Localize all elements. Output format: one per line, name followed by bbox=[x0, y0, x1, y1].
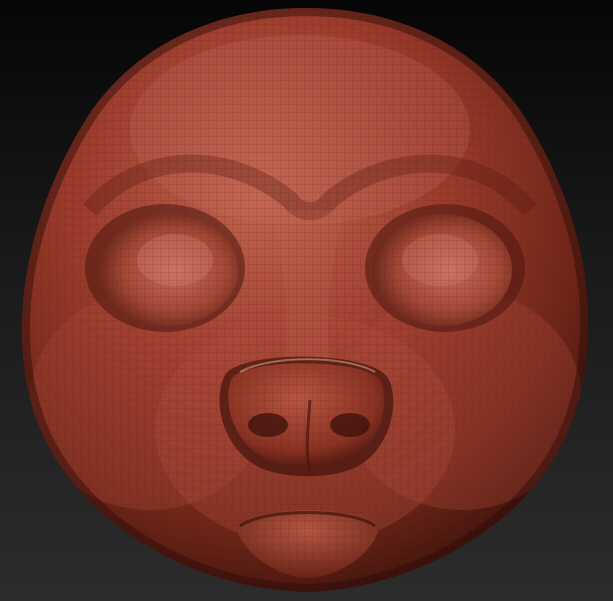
viewport-canvas[interactable] bbox=[0, 0, 613, 601]
sculpt-model[interactable] bbox=[0, 0, 613, 601]
wireframe-overlay bbox=[22, 8, 589, 592]
